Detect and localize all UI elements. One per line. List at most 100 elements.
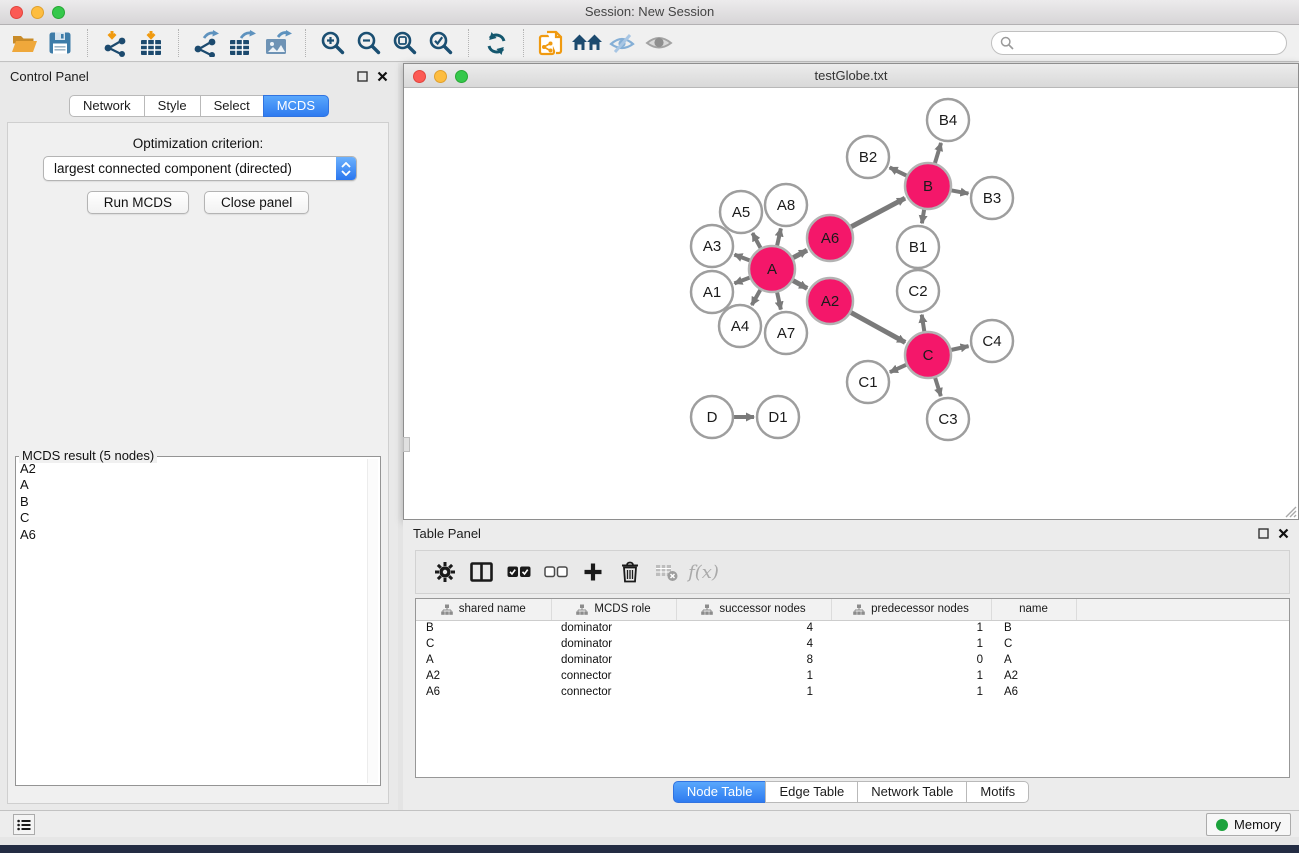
float-panel-icon[interactable] (1258, 528, 1269, 539)
export-network-button[interactable] (188, 28, 224, 58)
graph-node-B1[interactable]: B1 (897, 226, 939, 268)
tab-select[interactable]: Select (200, 95, 264, 117)
column-header-predecessor-nodes[interactable]: predecessor nodes (831, 599, 991, 620)
graph-edge-A-A6[interactable] (793, 250, 807, 257)
close-panel-icon[interactable] (377, 71, 388, 82)
graph-node-A7[interactable]: A7 (765, 312, 807, 354)
show-network-overview-button[interactable] (569, 28, 605, 58)
network-minimize-button[interactable] (434, 70, 447, 83)
column-header-MCDS-role[interactable]: MCDS role (551, 599, 676, 620)
graph-edge-A-A4[interactable] (752, 290, 761, 305)
tab-network-table[interactable]: Network Table (857, 781, 967, 803)
import-network-button[interactable] (97, 28, 133, 58)
graph-node-C3[interactable]: C3 (927, 398, 969, 440)
network-canvas[interactable]: B4B2BB3A8A5A6A3B1AA1C2A2A4A7C4CC1C3DD1 (404, 88, 1298, 519)
graph-edge-B-B3[interactable] (952, 190, 969, 193)
mcds-result-item[interactable]: A2 (20, 461, 366, 477)
graph-node-C2[interactable]: C2 (897, 270, 939, 312)
graph-node-D1[interactable]: D1 (757, 396, 799, 438)
memory-button[interactable]: Memory (1206, 813, 1291, 836)
graph-edge-A-A5[interactable] (752, 233, 760, 248)
close-panel-icon[interactable] (1278, 528, 1289, 539)
column-header-name[interactable]: name (991, 599, 1076, 620)
tab-mcds[interactable]: MCDS (263, 95, 329, 117)
open-file-button[interactable] (6, 28, 42, 58)
graph-node-C[interactable]: C (905, 332, 951, 378)
select-all-button[interactable] (500, 554, 537, 590)
function-builder-button[interactable]: f(x) (685, 554, 722, 590)
graph-node-B2[interactable]: B2 (847, 136, 889, 178)
deselect-all-button[interactable] (537, 554, 574, 590)
zoom-in-button[interactable] (315, 28, 351, 58)
table-settings-button[interactable] (426, 554, 463, 590)
minimize-window-button[interactable] (31, 6, 44, 19)
splitter-handle[interactable] (403, 437, 410, 452)
column-header-shared-name[interactable]: shared name (416, 599, 551, 620)
table-row[interactable]: Bdominator41B (416, 620, 1289, 636)
graph-node-A6[interactable]: A6 (807, 215, 853, 261)
graph-node-A5[interactable]: A5 (720, 191, 762, 233)
mcds-result-item[interactable]: A6 (20, 527, 366, 543)
show-columns-button[interactable] (463, 554, 500, 590)
mcds-result-item[interactable]: C (20, 510, 366, 526)
graph-edge-A-A8[interactable] (777, 228, 781, 245)
save-session-button[interactable] (42, 28, 78, 58)
delete-columns-button[interactable] (611, 554, 648, 590)
hide-panels-button[interactable] (605, 28, 641, 58)
table-row[interactable]: A2connector11A2 (416, 668, 1289, 684)
zoom-fit-button[interactable] (387, 28, 423, 58)
graph-node-D[interactable]: D (691, 396, 733, 438)
graph-edge-B-B2[interactable] (890, 167, 907, 175)
graph-edge-C-C2[interactable] (922, 315, 925, 332)
result-scrollbar[interactable] (367, 459, 378, 783)
graph-node-A3[interactable]: A3 (691, 225, 733, 267)
graph-edge-A-A7[interactable] (777, 292, 781, 309)
graph-edge-B-B1[interactable] (922, 210, 924, 224)
task-history-button[interactable] (13, 814, 35, 835)
mcds-result-item[interactable]: A (20, 477, 366, 493)
show-panels-button[interactable] (641, 28, 677, 58)
graph-edge-A2-C[interactable] (851, 313, 905, 343)
tab-motifs[interactable]: Motifs (966, 781, 1029, 803)
refresh-styles-button[interactable] (478, 28, 514, 58)
graph-node-A1[interactable]: A1 (691, 271, 733, 313)
graph-node-C4[interactable]: C4 (971, 320, 1013, 362)
network-zoom-button[interactable] (455, 70, 468, 83)
resize-grip-icon[interactable] (1283, 504, 1297, 518)
graph-node-B3[interactable]: B3 (971, 177, 1013, 219)
clone-network-button[interactable] (533, 28, 569, 58)
graph-edge-A-A3[interactable] (734, 255, 749, 261)
graph-edge-A6-B[interactable] (851, 198, 905, 227)
graph-node-A4[interactable]: A4 (719, 305, 761, 347)
graph-edge-C-C3[interactable] (935, 378, 941, 396)
criterion-select[interactable]: largest connected component (directed) (43, 156, 357, 181)
run-mcds-button[interactable]: Run MCDS (87, 191, 189, 214)
zoom-selected-button[interactable] (423, 28, 459, 58)
network-close-button[interactable] (413, 70, 426, 83)
float-panel-icon[interactable] (357, 71, 368, 82)
create-column-button[interactable] (574, 554, 611, 590)
mcds-result-item[interactable]: B (20, 494, 366, 510)
graph-node-A2[interactable]: A2 (807, 278, 853, 324)
graph-edge-C-C1[interactable] (890, 365, 906, 372)
search-input[interactable] (991, 31, 1287, 55)
graph-node-A[interactable]: A (749, 246, 795, 292)
graph-edge-A-A1[interactable] (734, 278, 749, 284)
graph-edge-A-A2[interactable] (793, 281, 807, 289)
column-header-successor-nodes[interactable]: successor nodes (676, 599, 831, 620)
graph-edge-B-B4[interactable] (935, 143, 941, 163)
tab-edge-table[interactable]: Edge Table (765, 781, 858, 803)
export-image-button[interactable] (260, 28, 296, 58)
tab-node-table[interactable]: Node Table (673, 781, 767, 803)
table-row[interactable]: Cdominator41C (416, 636, 1289, 652)
graph-edge-C-C4[interactable] (951, 346, 968, 350)
graph-node-B4[interactable]: B4 (927, 99, 969, 141)
zoom-out-button[interactable] (351, 28, 387, 58)
tab-style[interactable]: Style (144, 95, 201, 117)
close-panel-button[interactable]: Close panel (204, 191, 309, 214)
graph-node-A8[interactable]: A8 (765, 184, 807, 226)
delete-table-button[interactable] (648, 554, 685, 590)
table-row[interactable]: A6connector11A6 (416, 684, 1289, 700)
tab-network[interactable]: Network (69, 95, 145, 117)
close-window-button[interactable] (10, 6, 23, 19)
